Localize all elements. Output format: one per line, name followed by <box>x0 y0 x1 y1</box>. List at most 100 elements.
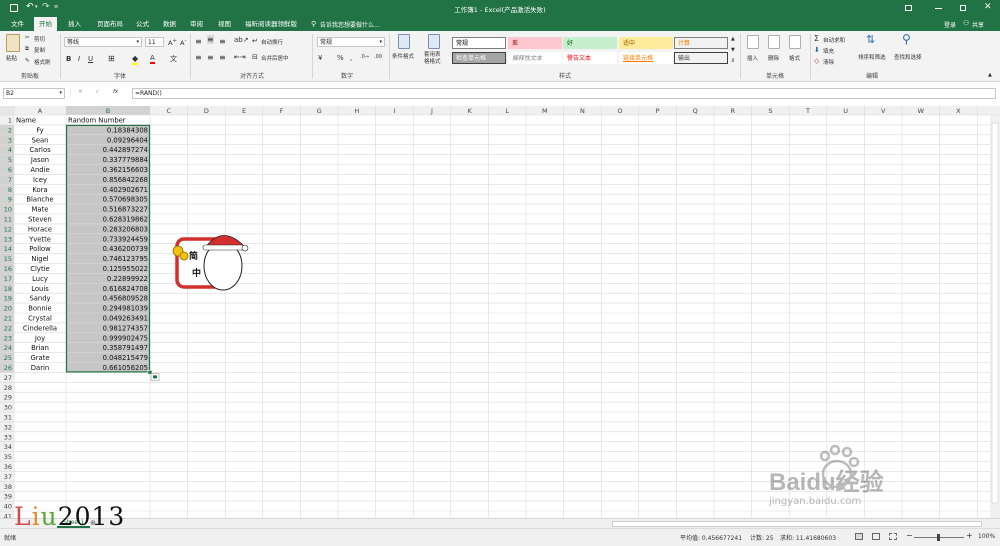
row-header[interactable]: 18 <box>4 285 12 293</box>
random-number-cell[interactable]: 0.283206803 <box>103 225 148 233</box>
styles-more-icon[interactable]: ⊻ <box>731 58 735 64</box>
name-cell[interactable]: Darin <box>31 364 49 372</box>
row-header[interactable]: 22 <box>4 324 12 332</box>
select-all-corner[interactable] <box>0 106 14 115</box>
currency-icon[interactable]: ¥ <box>318 54 322 62</box>
align-top-icon[interactable]: ≡ <box>195 37 202 46</box>
styles-scroll-up-icon[interactable]: ▲ <box>731 36 735 42</box>
row-header[interactable]: 30 <box>4 404 12 412</box>
row-header[interactable]: 31 <box>4 414 12 422</box>
login-link[interactable]: 登录 <box>944 20 956 29</box>
name-box[interactable]: B2 ▾ <box>3 88 65 99</box>
name-cell[interactable]: Jason <box>30 156 49 164</box>
merge-center-icon[interactable]: ⊟ <box>252 53 258 61</box>
formula-input[interactable]: =RAND() <box>132 88 996 99</box>
row-header[interactable]: 2 <box>8 126 12 134</box>
name-cell[interactable]: Carlos <box>29 146 51 154</box>
tab-5[interactable]: 数据 <box>158 17 181 31</box>
page-break-icon[interactable] <box>889 533 897 540</box>
align-bottom-icon[interactable]: ≡ <box>219 37 226 46</box>
row-header[interactable]: 21 <box>4 315 12 323</box>
tab-3[interactable]: 页面布局 <box>92 17 128 31</box>
cancel-entry-icon[interactable]: ✕ <box>78 89 83 95</box>
row-header[interactable]: 40 <box>4 503 12 511</box>
random-number-cell[interactable]: 0.358791497 <box>103 344 148 352</box>
name-cell[interactable]: Icey <box>33 176 47 184</box>
random-number-cell[interactable]: 0.337779884 <box>103 156 148 164</box>
row-header[interactable]: 13 <box>4 235 12 243</box>
random-number-cell[interactable]: 0.049263491 <box>103 315 148 323</box>
clear-button[interactable]: 清除 <box>823 58 834 66</box>
row-header[interactable]: 19 <box>4 295 12 303</box>
row-header[interactable]: 24 <box>4 344 12 352</box>
minimize-icon[interactable] <box>935 8 942 9</box>
tab-4[interactable]: 公式 <box>131 17 154 31</box>
random-number-cell[interactable]: 0.09296404 <box>107 136 148 144</box>
row-header[interactable]: 28 <box>4 384 12 392</box>
column-header-u[interactable]: U <box>843 107 848 115</box>
sort-filter-button[interactable]: 排序和筛选 <box>858 53 886 61</box>
cell-style-5[interactable]: 检查单元格 <box>452 52 506 64</box>
column-header-w[interactable]: W <box>918 107 925 115</box>
row-header[interactable]: 7 <box>8 176 12 184</box>
name-cell[interactable]: Horace <box>28 225 52 233</box>
name-cell[interactable]: Louis <box>31 285 49 293</box>
share-icon[interactable]: ⚇ <box>963 19 969 27</box>
row-header[interactable]: 3 <box>8 136 12 144</box>
row-header[interactable]: 12 <box>4 225 12 233</box>
number-format-select[interactable]: 常规 ▾ <box>317 37 385 47</box>
delete-cells-icon[interactable] <box>768 35 780 49</box>
align-middle-icon[interactable]: ≡ <box>207 35 214 44</box>
insert-cells-icon[interactable] <box>747 35 759 49</box>
name-cell[interactable]: Kora <box>32 186 47 194</box>
cut-icon[interactable]: ✂ <box>25 35 30 41</box>
header-cell-random[interactable]: Random Number <box>68 117 126 125</box>
name-cell[interactable]: Yvette <box>28 235 51 243</box>
zoom-out-icon[interactable]: − <box>906 531 913 540</box>
name-cell[interactable]: Joy <box>34 334 45 342</box>
horizontal-scrollbar[interactable] <box>612 521 982 527</box>
row-header[interactable]: 9 <box>8 196 12 204</box>
random-number-cell[interactable]: 0.516873227 <box>103 206 148 214</box>
name-cell[interactable]: Sean <box>32 136 49 144</box>
styles-scroll-down-icon[interactable]: ▼ <box>731 47 735 53</box>
random-number-cell[interactable]: 0.048215479 <box>103 354 148 362</box>
row-header[interactable]: 33 <box>4 433 12 441</box>
cell-style-9[interactable]: 输出 <box>674 52 728 64</box>
restore-icon[interactable] <box>960 5 966 11</box>
random-number-cell[interactable]: 0.746123795 <box>103 255 148 263</box>
format-cells-icon[interactable] <box>789 35 801 49</box>
fill-icon[interactable]: ⬇ <box>814 46 820 54</box>
sort-filter-icon[interactable]: ⇅ <box>866 33 875 46</box>
column-header-o[interactable]: O <box>617 107 622 115</box>
vertical-scrollbar-thumb[interactable] <box>991 122 999 504</box>
wrap-text-icon[interactable]: ↵ <box>252 37 258 45</box>
name-cell[interactable]: Pollow <box>29 245 51 253</box>
cut-button[interactable]: 剪切 <box>34 35 45 43</box>
row-header[interactable]: 11 <box>4 216 12 224</box>
insert-cells-button[interactable]: 插入 <box>747 54 758 62</box>
row-header[interactable]: 14 <box>4 245 12 253</box>
autosum-icon[interactable]: Σ <box>814 34 819 43</box>
column-header-x[interactable]: X <box>956 107 961 115</box>
align-right-icon[interactable]: ≡ <box>219 53 226 62</box>
random-number-cell[interactable]: 0.616824708 <box>103 285 148 293</box>
column-header-a[interactable]: A <box>38 107 43 115</box>
cell-style-8[interactable]: 链接单元格 <box>619 52 673 64</box>
random-number-cell[interactable]: 0.999902475 <box>103 334 148 342</box>
zoom-level[interactable]: 100% <box>978 533 995 540</box>
column-header-r[interactable]: R <box>731 107 736 115</box>
column-header-k[interactable]: K <box>467 107 472 115</box>
random-number-cell[interactable]: 0.661056205 <box>103 364 148 372</box>
comma-icon[interactable]: , <box>350 54 352 62</box>
row-header[interactable]: 37 <box>4 473 12 481</box>
column-header-l[interactable]: L <box>505 107 509 115</box>
random-number-cell[interactable]: 0.628319862 <box>103 216 148 224</box>
align-left-icon[interactable]: ≡ <box>195 53 202 62</box>
column-header-c[interactable]: C <box>167 107 172 115</box>
tab-1[interactable]: 开始 <box>34 17 57 31</box>
row-header[interactable]: 15 <box>4 255 12 263</box>
format-as-table-button[interactable]: 套用表格格式 <box>424 52 444 66</box>
row-header[interactable]: 38 <box>4 483 12 491</box>
row-header[interactable]: 6 <box>8 166 12 174</box>
